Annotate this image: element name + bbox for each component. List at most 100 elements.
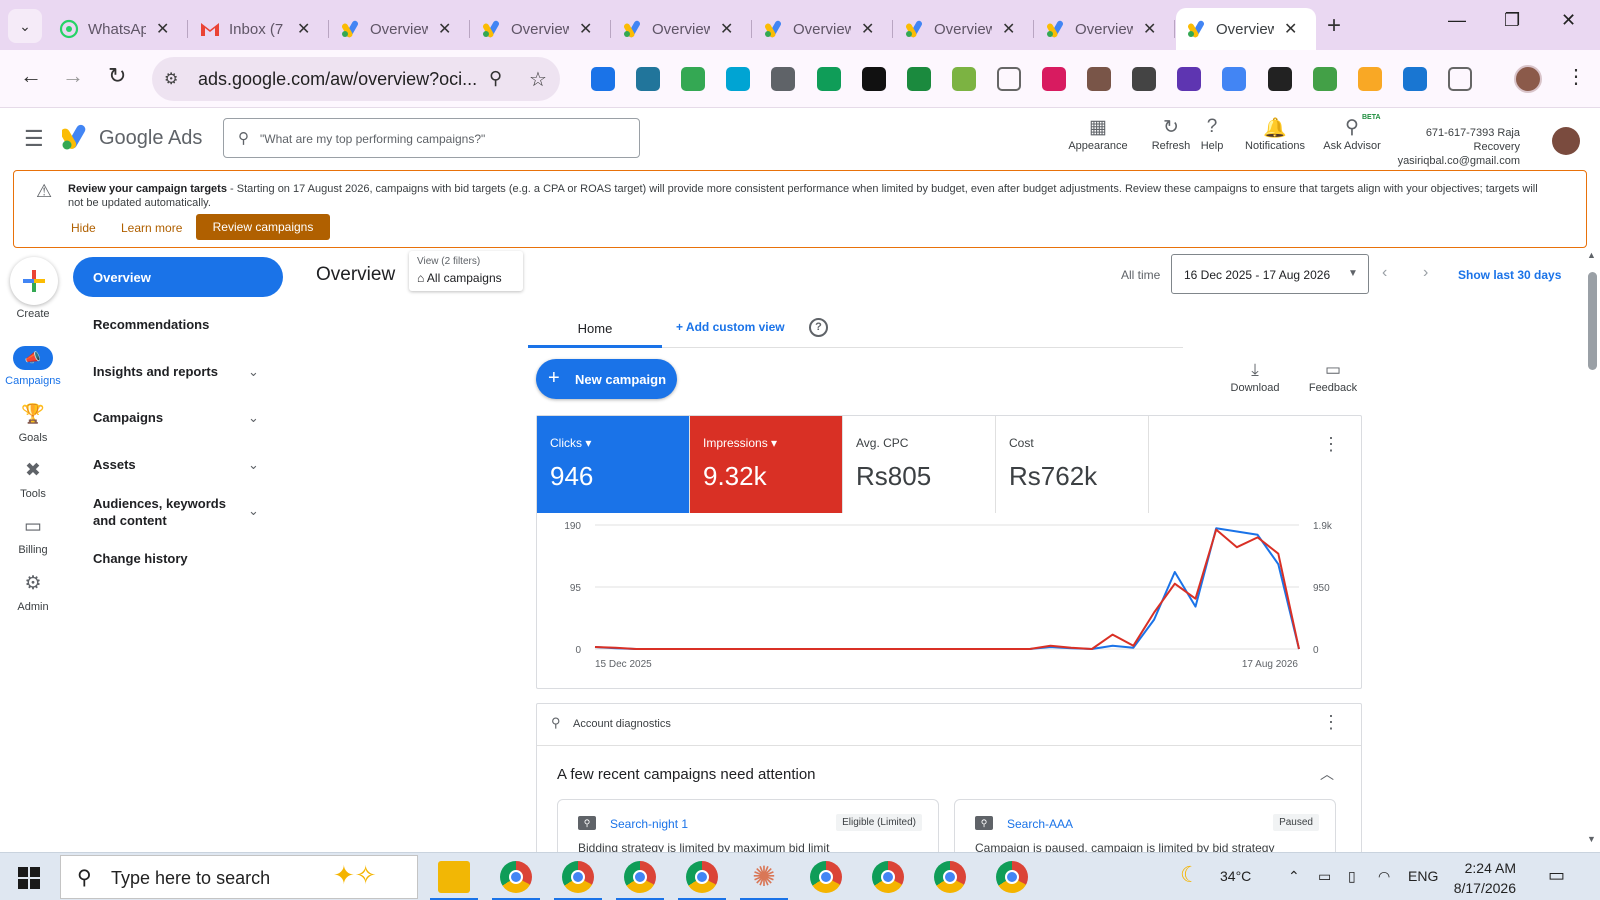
hide-link[interactable]: Hide — [71, 221, 96, 235]
nav-audiences[interactable]: Audiences, keywords and content — [93, 495, 243, 529]
chrome-profile-icon[interactable] — [996, 861, 1028, 893]
download-button[interactable]: ⤓ Download — [1225, 360, 1285, 394]
ext-bot-icon[interactable] — [906, 67, 931, 91]
close-tab-icon[interactable]: ✕ — [156, 19, 169, 39]
more-options-icon[interactable]: ⋮ — [1322, 712, 1340, 733]
clock[interactable]: 2:24 AM 8/17/2026 — [1448, 858, 1516, 898]
browser-tab[interactable]: WhatsApp ✕ — [48, 8, 188, 50]
eyedropper-icon[interactable] — [1132, 67, 1157, 91]
scroll-thumb[interactable] — [1588, 272, 1597, 370]
hamburger-menu-icon[interactable]: ☰ — [24, 126, 44, 152]
ext-diamond-icon[interactable] — [1177, 67, 1202, 91]
wifi-icon[interactable]: ◠ — [1378, 868, 1390, 885]
next-period-icon[interactable]: › — [1423, 264, 1428, 282]
windows-start-icon[interactable] — [18, 867, 40, 889]
chevron-down-icon[interactable]: ⌄ — [248, 503, 259, 519]
chrome-profile-icon[interactable] — [492, 861, 540, 900]
chevron-up-icon[interactable]: ︿ — [1320, 764, 1334, 784]
taskbar-search[interactable]: ⚲ Type here to search ✦✧ — [60, 855, 418, 899]
new-tab-button[interactable]: + — [1327, 12, 1341, 40]
forward-button[interactable]: → — [62, 63, 84, 89]
metric-clicks[interactable]: Clicks ▾ 946 — [537, 416, 690, 513]
weather-icon[interactable]: ☾ — [1180, 862, 1200, 888]
ads-search-input[interactable]: ⚲ "What are my top performing campaigns?… — [223, 118, 640, 158]
close-tab-icon[interactable]: ✕ — [861, 19, 874, 39]
create-button[interactable] — [10, 257, 58, 305]
scroll-up-icon[interactable]: ▲ — [1587, 250, 1596, 260]
close-tab-icon[interactable]: ✕ — [297, 19, 310, 39]
ext-robot-icon[interactable] — [681, 67, 706, 91]
nav-overview[interactable]: Overview — [73, 257, 283, 297]
chrome-profile-icon[interactable] — [616, 861, 664, 900]
chevron-up-icon[interactable]: ⌃ — [1288, 868, 1300, 885]
close-tab-icon[interactable]: ✕ — [1002, 19, 1015, 39]
chrome-profile-icon[interactable] — [872, 861, 904, 893]
prev-period-icon[interactable]: ‹ — [1382, 264, 1387, 282]
metric-avg-cpc[interactable]: Avg. CPC Rs805 — [843, 416, 996, 513]
chevron-down-icon[interactable]: ⌄ — [248, 410, 259, 426]
metric-impressions[interactable]: Impressions ▾ 9.32k — [690, 416, 843, 513]
rail-billing[interactable]: ▭ Billing — [0, 515, 66, 556]
battery-icon[interactable]: ▭ — [1318, 868, 1331, 885]
nav-change-history[interactable]: Change history — [93, 551, 188, 566]
campaign-name[interactable]: Search-night 1 — [610, 817, 688, 831]
page-scrollbar[interactable]: ▲ ▼ — [1584, 248, 1600, 848]
metric-cost[interactable]: Cost Rs762k — [996, 416, 1149, 513]
nav-insights[interactable]: Insights and reports — [93, 364, 218, 379]
address-bar[interactable]: ⚙ ads.google.com/aw/overview?oci... ⚲ ☆ — [152, 57, 560, 101]
nav-campaigns[interactable]: Campaigns — [93, 410, 163, 425]
browser-tab[interactable]: Overview ✕ — [471, 8, 611, 50]
chevron-down-icon[interactable]: ⌄ — [248, 457, 259, 473]
rail-admin[interactable]: ⚙ Admin — [0, 572, 66, 613]
nav-recommendations[interactable]: Recommendations — [93, 317, 209, 332]
chrome-profile-icon[interactable] — [678, 861, 726, 900]
camera-icon[interactable] — [996, 67, 1021, 91]
site-info-icon[interactable]: ⚙ — [164, 69, 178, 89]
ext-image-icon[interactable] — [771, 67, 796, 91]
chrome-profile-icon[interactable] — [934, 861, 966, 893]
date-range-selector[interactable]: 16 Dec 2025 - 17 Aug 2026 ▼ — [1171, 254, 1369, 294]
close-tab-icon[interactable]: ✕ — [438, 19, 451, 39]
browser-profile-avatar[interactable] — [1514, 65, 1542, 93]
account-info[interactable]: 671-617-7393 Raja Recovery yasiriqbal.co… — [1380, 126, 1520, 168]
rail-goals[interactable]: 🏆 Goals — [0, 402, 66, 444]
ublock-icon[interactable] — [1042, 67, 1066, 91]
back-button[interactable]: ← — [20, 63, 42, 89]
bell-button[interactable]: 🔔 Notifications — [1239, 116, 1311, 152]
new-campaign-button[interactable]: + New campaign — [536, 359, 677, 399]
campaign-name[interactable]: Search-AAA — [1007, 817, 1073, 831]
tab-home[interactable]: Home — [528, 316, 662, 348]
browser-tab[interactable]: Overview ✕ — [1176, 8, 1316, 50]
grammarly-icon[interactable] — [816, 67, 841, 91]
nav-assets[interactable]: Assets — [93, 457, 136, 472]
help-button[interactable]: ? Help — [1194, 116, 1230, 152]
more-options-icon[interactable]: ⋮ — [1322, 434, 1340, 455]
chrome-profile-icon[interactable] — [810, 861, 842, 893]
browser-tab[interactable]: Overview ✕ — [894, 8, 1034, 50]
ext-magnifier-icon[interactable] — [861, 67, 886, 91]
formula-icon[interactable] — [1267, 67, 1292, 91]
ext-maps-icon[interactable] — [951, 67, 976, 91]
view-selector[interactable]: View (2 filters) ⌂ All campaigns — [409, 251, 523, 291]
notifications-icon[interactable]: ▭ — [1548, 865, 1565, 886]
browser-tab[interactable]: Overview ✕ — [1035, 8, 1175, 50]
refresh-button[interactable]: ↻ Refresh — [1145, 116, 1197, 152]
tablet-icon[interactable]: ▯ — [1348, 868, 1356, 885]
language-indicator[interactable]: ENG — [1408, 868, 1438, 884]
reload-button[interactable]: ↻ — [108, 63, 126, 89]
ask-advisor-button[interactable]: ⚲ Ask Advisor — [1318, 116, 1386, 152]
cookie-icon[interactable] — [1087, 67, 1112, 91]
feedback-button[interactable]: ▭ Feedback — [1303, 360, 1363, 394]
ext-search-icon[interactable] — [591, 67, 615, 91]
chrome-icon[interactable] — [554, 861, 602, 900]
browser-menu-icon[interactable]: ⋮ — [1566, 64, 1586, 89]
bookmark-star-icon[interactable]: ☆ — [529, 67, 547, 92]
close-tab-icon[interactable]: ✕ — [579, 19, 592, 39]
weather-temp[interactable]: 34°C — [1220, 868, 1251, 884]
campaign-card[interactable]: ⚲ Search-AAA Paused Campaign is paused, … — [954, 799, 1336, 854]
appearance-button[interactable]: ▦ Appearance — [1061, 116, 1135, 152]
ext-tag-icon[interactable] — [1402, 67, 1427, 91]
close-tab-icon[interactable]: ✕ — [1143, 19, 1156, 39]
file-explorer-icon[interactable] — [430, 861, 478, 900]
rail-campaigns[interactable]: 📣 Campaigns — [0, 346, 66, 387]
